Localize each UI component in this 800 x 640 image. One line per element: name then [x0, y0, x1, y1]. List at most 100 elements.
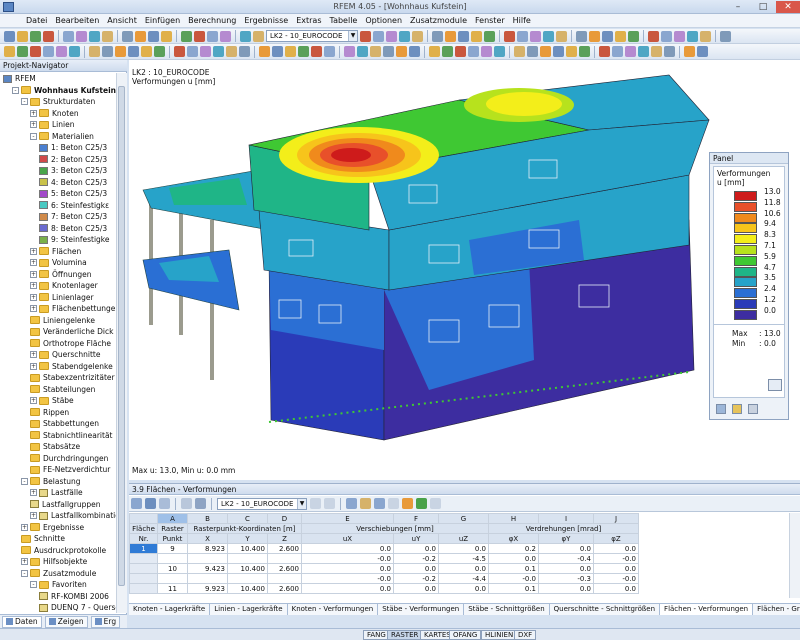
toolbar-button-icon[interactable] [17, 46, 28, 57]
table-cell[interactable]: -0.0 [593, 573, 639, 584]
table-cell[interactable]: 0.0 [538, 583, 594, 594]
tree-item[interactable]: - Favoriten [30, 579, 87, 590]
toolbar-button-icon[interactable] [311, 46, 322, 57]
table-cell[interactable]: 0.0 [488, 553, 539, 564]
tree-item[interactable]: RF-KOMBI 2006 [39, 591, 109, 602]
toolbar-button-icon[interactable] [412, 30, 423, 42]
expand-icon[interactable]: + [30, 293, 37, 301]
table-cell[interactable] [187, 553, 228, 564]
expand-icon[interactable]: + [30, 512, 37, 519]
loadcase-select[interactable]: LK2 - 10_EUROCODE ▼ [266, 30, 358, 42]
tree-item[interactable]: - Belastung [21, 476, 81, 487]
filter-icon[interactable] [748, 404, 758, 414]
toolbar-button-icon[interactable] [458, 30, 469, 42]
table-cell[interactable]: 0.0 [393, 583, 439, 594]
menu-datei[interactable]: Datei [22, 16, 51, 25]
toolbar-button-icon[interactable] [194, 30, 205, 42]
toolbar-button-icon[interactable] [357, 46, 368, 57]
menu-fenster[interactable]: Fenster [471, 16, 509, 25]
toolbar-button-icon[interactable] [102, 30, 113, 42]
table-cell[interactable] [129, 563, 158, 574]
app-icon[interactable] [3, 2, 14, 12]
sheet-tab[interactable]: Stäbe - Schnittgrößen [464, 604, 550, 615]
table-cell[interactable] [157, 553, 188, 564]
toolbar-button-icon[interactable] [602, 30, 613, 42]
toolbar-button-icon[interactable] [148, 30, 159, 42]
table-tool-icon[interactable] [181, 498, 192, 509]
table-cell[interactable]: 10.400 [227, 583, 268, 594]
sheet-tab[interactable]: Knoten - Lagerkräfte [129, 604, 211, 615]
toolbar-button-icon[interactable] [285, 46, 296, 57]
col-letter[interactable]: G [438, 513, 489, 524]
col-letter[interactable]: J [593, 513, 639, 524]
toolbar-button-icon[interactable] [383, 46, 394, 57]
toolbar-button-icon[interactable] [579, 46, 590, 57]
col-letter[interactable]: B [187, 513, 228, 524]
next-icon[interactable] [324, 498, 335, 509]
toolbar-button-icon[interactable] [504, 30, 515, 42]
toolbar-button-icon[interactable] [517, 30, 528, 42]
tree-item[interactable]: Orthotrope Fläche [30, 338, 111, 349]
toolbar-button-icon[interactable] [181, 30, 192, 42]
tab-ergebnisse[interactable]: Erg [90, 615, 121, 628]
tree-item[interactable]: Durchdringungen [30, 453, 108, 464]
toolbar-button-icon[interactable] [226, 46, 237, 57]
col-letter[interactable]: I [538, 513, 594, 524]
toolbar-button-icon[interactable] [442, 46, 453, 57]
menu-zusatzmodule[interactable]: Zusatzmodule [406, 16, 471, 25]
tree-item[interactable]: 3: Beton C25/3 [39, 165, 107, 176]
table-tool-icon[interactable] [388, 498, 399, 509]
tree-item[interactable]: 6: Steinfestigkε [39, 200, 109, 211]
table-cell[interactable]: -0.0 [301, 573, 394, 584]
toolbar-button-icon[interactable] [455, 46, 466, 57]
toolbar-button-icon[interactable] [4, 46, 15, 57]
menu-tabelle[interactable]: Tabelle [326, 16, 362, 25]
table-cell[interactable]: -0.0 [488, 573, 539, 584]
toolbar-button-icon[interactable] [43, 46, 54, 57]
factors-icon[interactable] [732, 404, 742, 414]
table-cell[interactable]: 9 [157, 543, 188, 554]
table-tool-icon[interactable] [360, 498, 371, 509]
table-cell[interactable]: 9.423 [187, 563, 228, 574]
toolbar-button-icon[interactable] [556, 30, 567, 42]
toolbar-button-icon[interactable] [576, 30, 587, 42]
table-cell[interactable]: 0.0 [593, 583, 639, 594]
status-toggle-raster[interactable]: RASTER [387, 630, 423, 640]
tree-item[interactable]: Stabbettungen [30, 418, 99, 429]
expand-icon[interactable]: + [30, 397, 37, 404]
toolbar-button-icon[interactable] [220, 30, 231, 42]
toolbar-button-icon[interactable] [409, 46, 420, 57]
table-cell[interactable]: 0.1 [488, 583, 539, 594]
toolbar-button-icon[interactable] [89, 30, 100, 42]
color-scale-icon[interactable] [716, 404, 726, 414]
collapse-icon[interactable]: - [12, 86, 19, 94]
col-letter[interactable]: E [301, 513, 394, 524]
tree-item[interactable]: + Hilfsobjekte [21, 556, 87, 567]
toolbar-button-icon[interactable] [154, 46, 165, 57]
table-cell[interactable] [227, 573, 268, 584]
menu-optionen[interactable]: Optionen [361, 16, 406, 25]
sheet-tab[interactable]: Linien - Lagerkräfte [210, 604, 288, 615]
toolbar-button-icon[interactable] [253, 30, 264, 42]
toolbar-button-icon[interactable] [514, 46, 525, 57]
toolbar-button-icon[interactable] [141, 46, 152, 57]
tree-item[interactable]: Stabnichtlinearität [30, 430, 113, 441]
zoom-legend-button[interactable] [768, 379, 782, 391]
close-button[interactable]: ✕ [776, 1, 800, 13]
table-cell[interactable]: 11 [157, 583, 188, 594]
toolbar-button-icon[interactable] [298, 46, 309, 57]
maximize-button[interactable]: □ [751, 1, 775, 13]
tree-item[interactable]: + Öffnungen [30, 269, 91, 280]
table-cell[interactable]: 0.2 [488, 543, 539, 554]
table-cell[interactable]: 10 [157, 563, 188, 574]
toolbar-button-icon[interactable] [135, 30, 146, 42]
table-cell[interactable]: 2.600 [267, 583, 302, 594]
menu-hilfe[interactable]: Hilfe [509, 16, 535, 25]
toolbar-button-icon[interactable] [540, 46, 551, 57]
toolbar-button-icon[interactable] [628, 30, 639, 42]
table-tool-icon[interactable] [374, 498, 385, 509]
status-toggle-fang[interactable]: FANG [363, 630, 390, 640]
status-toggle-hlinien[interactable]: HLINIEN [481, 630, 518, 640]
table-cell[interactable]: 2.600 [267, 563, 302, 574]
tree-item[interactable]: + Linien [30, 119, 74, 130]
